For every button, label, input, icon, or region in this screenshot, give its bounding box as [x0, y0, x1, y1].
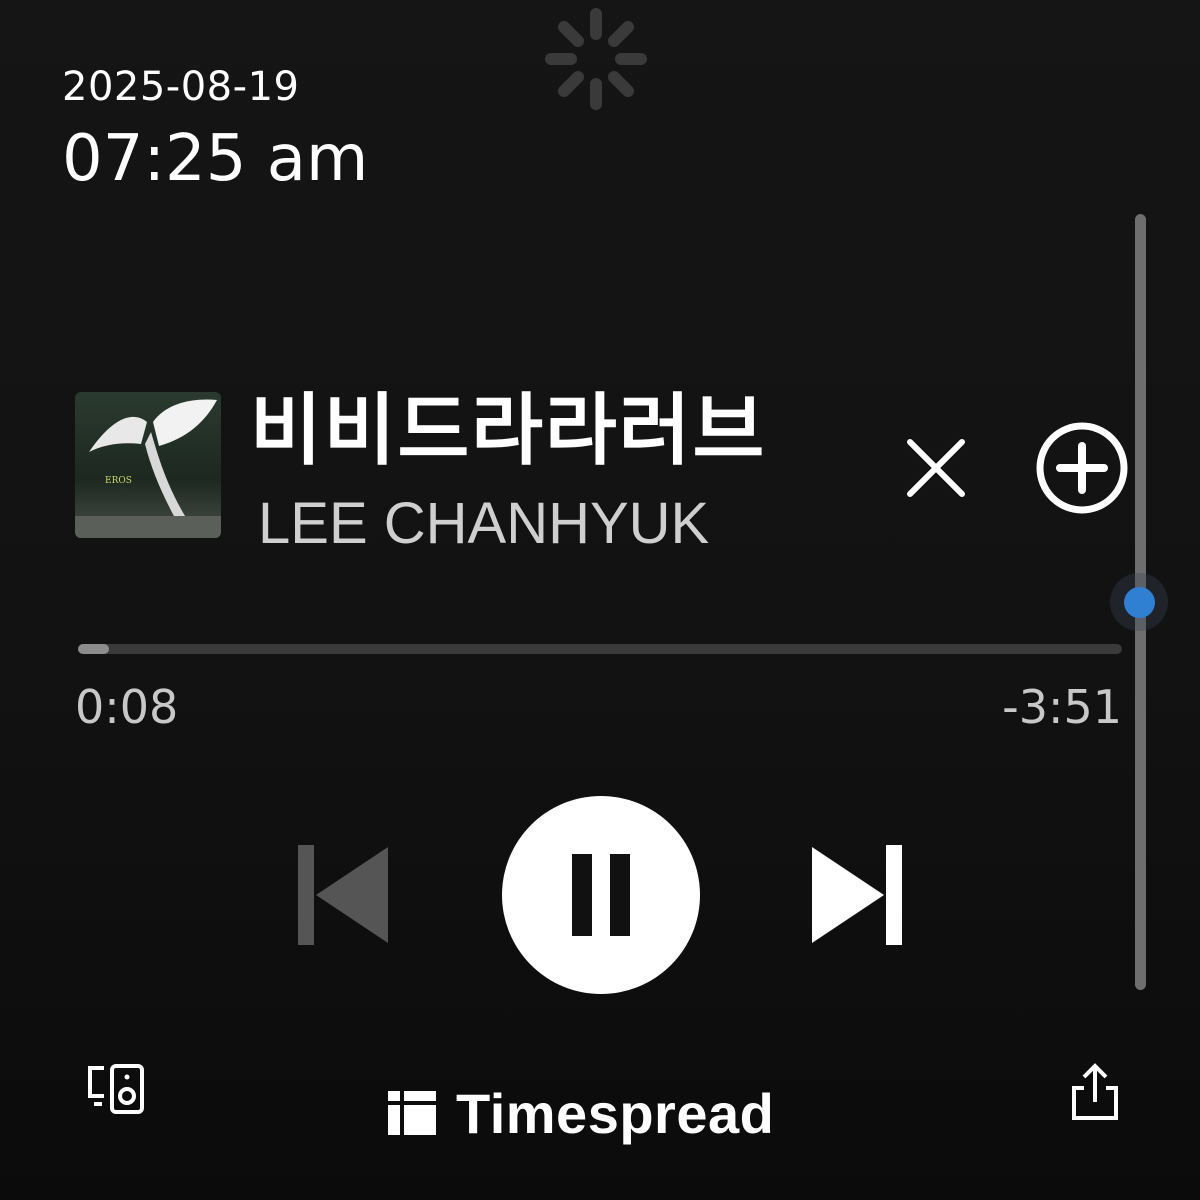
remaining-time: -3:51 [1002, 680, 1122, 734]
skip-next-icon[interactable] [808, 843, 904, 947]
timespread-logo-icon [388, 1091, 436, 1135]
pause-icon [572, 854, 630, 936]
share-icon[interactable] [1066, 1062, 1124, 1122]
elapsed-time: 0:08 [75, 680, 179, 734]
spinner-icon [545, 8, 647, 110]
date-label: 2025-08-19 [62, 64, 300, 110]
add-circle-icon[interactable] [1034, 420, 1130, 516]
track-title: 비비드라라러브 [250, 386, 767, 476]
brand-name: Timespread [456, 1081, 775, 1145]
artist-name[interactable]: LEE CHANHYUK [258, 490, 709, 557]
progress-fill [78, 644, 110, 654]
skip-previous-icon[interactable] [296, 843, 392, 947]
pause-button[interactable] [502, 796, 700, 994]
now-playing-screen: 2025-08-19 07:25 am EROS 비비드라라러브 LEE CHA… [0, 0, 1200, 1200]
progress-bar[interactable] [78, 644, 1122, 654]
album-art-image [75, 392, 221, 538]
connect-devices-icon[interactable] [84, 1062, 148, 1118]
brand-watermark: Timespread [386, 1078, 774, 1148]
close-icon[interactable] [900, 432, 972, 504]
album-art[interactable]: EROS [75, 392, 221, 538]
album-art-label: EROS [105, 476, 132, 486]
time-label: 07:25 am [62, 122, 369, 196]
volume-thumb[interactable] [1124, 586, 1155, 618]
